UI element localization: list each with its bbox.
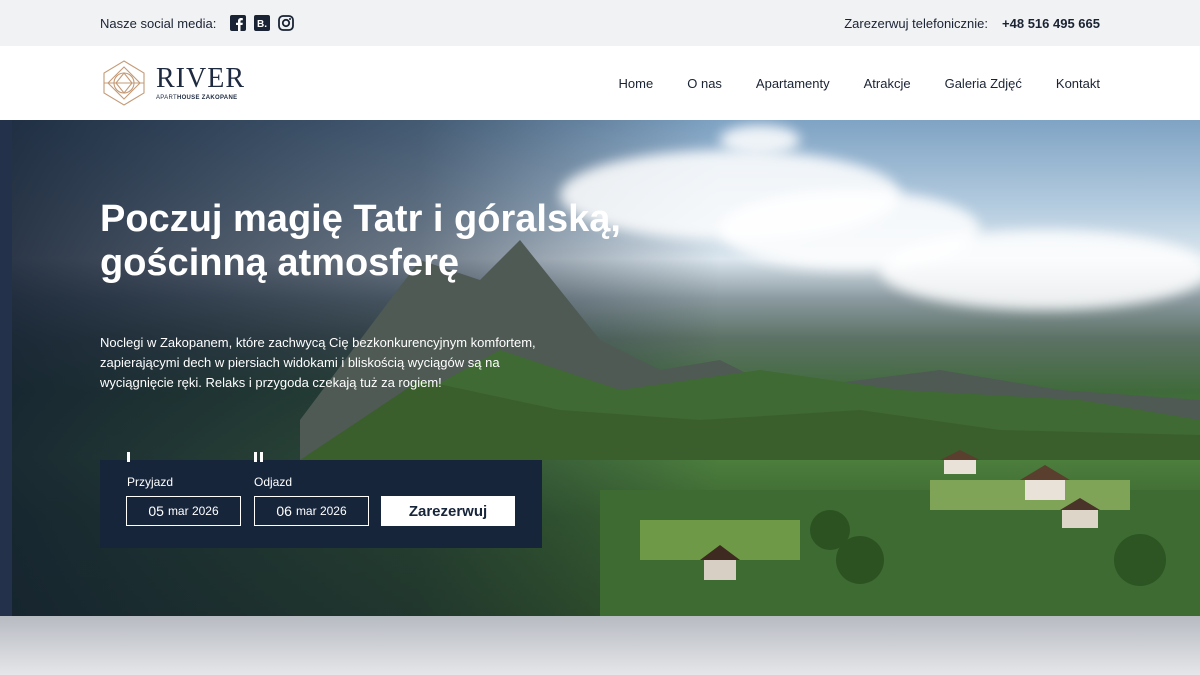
nav-atrakcje[interactable]: Atrakcje xyxy=(864,76,911,91)
instagram-icon[interactable] xyxy=(278,15,295,31)
hero-left-stripe xyxy=(0,120,12,616)
phone-reservation: Zarezerwuj telefonicznie: +48 516 495 66… xyxy=(844,16,1100,31)
hero-section: Poczuj magię Tatr i góralską, gościnną a… xyxy=(0,120,1200,616)
reserve-phone-label: Zarezerwuj telefonicznie: xyxy=(844,15,989,31)
social-media: Nasze social media: B. xyxy=(100,15,295,31)
logo-name: RIVER xyxy=(156,63,245,94)
hero-title: Poczuj magię Tatr i góralską, gościnną a… xyxy=(100,198,621,284)
booking-icon-glyph: B. xyxy=(257,19,267,30)
arrival-month-year: mar 2026 xyxy=(167,504,219,518)
logo-subtitle: APARTHOUSE ZAKOPANE xyxy=(156,95,238,101)
arrival-label: Przyjazd xyxy=(127,475,174,489)
village-illustration xyxy=(600,450,1200,616)
arrival-day: 05 xyxy=(148,503,164,519)
facebook-icon[interactable] xyxy=(230,15,247,31)
nav-kontakt[interactable]: Kontakt xyxy=(1056,76,1100,91)
departure-date-input[interactable]: 06 mar 2026 xyxy=(254,496,369,526)
nav-home[interactable]: Home xyxy=(619,76,654,91)
logo[interactable]: RIVER APARTHOUSE ZAKOPANE xyxy=(100,59,245,107)
phone-link[interactable]: +48 516 495 665 xyxy=(1002,16,1100,31)
arrival-date-input[interactable]: 05 mar 2026 xyxy=(126,496,241,526)
hero-description: Noclegi w Zakopanem, które zachwycą Cię … xyxy=(100,335,536,391)
departure-month-year: mar 2026 xyxy=(295,504,347,518)
main-nav: Home O nas Apartamenty Atrakcje Galeria … xyxy=(619,76,1100,91)
departure-marker-icon-2 xyxy=(260,452,263,462)
departure-label: Odjazd xyxy=(254,475,293,489)
site-header: RIVER APARTHOUSE ZAKOPANE Home O nas Apa… xyxy=(0,46,1200,120)
arrival-marker-icon xyxy=(127,452,130,462)
nav-galeria[interactable]: Galeria Zdjęć xyxy=(945,76,1022,91)
top-bar: Nasze social media: B. Zarezerwuj telefo… xyxy=(0,0,1200,46)
social-label: Nasze social media: xyxy=(100,15,217,31)
reserve-button[interactable]: Zarezerwuj xyxy=(381,496,515,526)
booking-form: Przyjazd 05 mar 2026 Odjazd 06 mar 2026 … xyxy=(100,452,542,548)
booking-icon[interactable]: B. xyxy=(254,15,271,31)
next-section-preview xyxy=(0,616,1200,675)
nav-o-nas[interactable]: O nas xyxy=(687,76,722,91)
logo-emblem-icon xyxy=(103,60,145,106)
departure-marker-icon xyxy=(254,452,257,462)
nav-apartamenty[interactable]: Apartamenty xyxy=(756,76,830,91)
departure-day: 06 xyxy=(276,503,292,519)
